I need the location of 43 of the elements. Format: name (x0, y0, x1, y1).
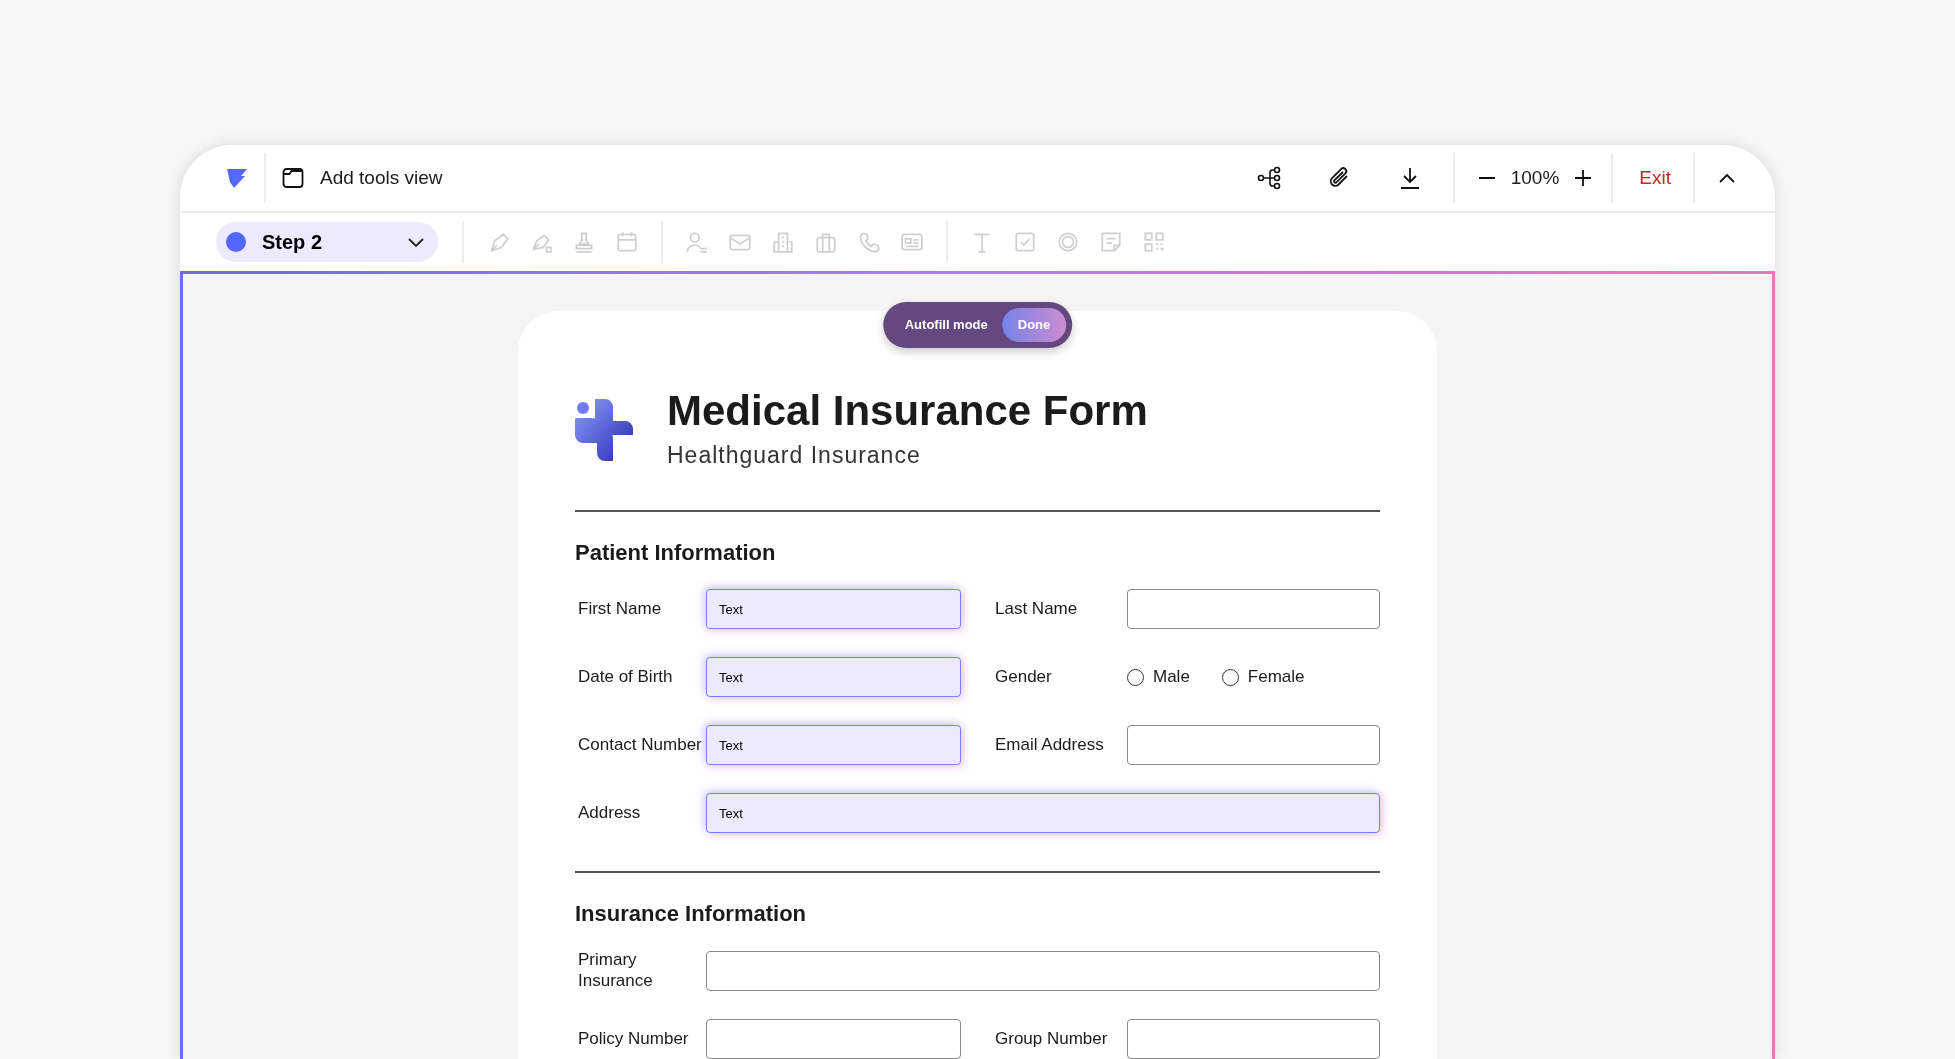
section-heading: Patient Information (575, 539, 777, 568)
input-field[interactable] (706, 950, 1380, 991)
calendar-icon[interactable] (615, 229, 639, 254)
input-field[interactable]: Text (706, 793, 1380, 834)
input-field[interactable] (706, 1019, 961, 1059)
radio-label[interactable]: Female (1247, 664, 1305, 690)
radio-label[interactable]: Male (1153, 664, 1190, 690)
input-field[interactable] (1127, 589, 1380, 630)
field-label: Email Address (995, 735, 1105, 756)
input-field[interactable]: Text (706, 725, 961, 766)
qr-code-icon[interactable] (1142, 229, 1166, 254)
window-icon (282, 166, 304, 189)
input-field[interactable]: Text (706, 657, 961, 698)
person-icon[interactable] (685, 229, 709, 254)
step-dot (226, 231, 246, 252)
logo-icon (575, 398, 633, 461)
zoom-level: 100% (1510, 165, 1560, 190)
input-field[interactable] (1127, 725, 1380, 766)
field-label: Contact Number (577, 735, 703, 756)
phone-icon[interactable] (857, 229, 881, 254)
input-field[interactable] (1127, 1019, 1380, 1059)
section-heading: Insurance Information (575, 900, 808, 929)
field-label: Last Name (995, 599, 1079, 620)
field-label: Address (577, 803, 642, 824)
field-label: First Name (577, 599, 663, 620)
stamp-icon[interactable] (572, 229, 596, 254)
logo-icon[interactable] (226, 166, 248, 189)
building-icon[interactable] (771, 229, 795, 254)
note-icon[interactable] (1099, 229, 1123, 254)
field-label: Primary Insurance (577, 950, 654, 991)
form-title: Medical Insurance Form (667, 387, 1148, 434)
autofill-label: Autofill mode (904, 315, 988, 334)
field-label: Group Number (995, 1028, 1109, 1050)
field-label: Date of Birth (577, 667, 674, 688)
checkbox-icon[interactable] (1013, 229, 1037, 254)
field-label: Policy Number (577, 1028, 690, 1050)
exit-button[interactable]: Exit (1621, 163, 1689, 193)
form-subtitle: Healthguard Insurance (667, 440, 922, 470)
view-title: Add tools view (320, 165, 443, 190)
radio-icon[interactable] (1056, 229, 1080, 254)
input-field[interactable]: Text (706, 589, 961, 630)
step-dropdown[interactable]: Step 2 (216, 221, 438, 262)
field-label: Gender (995, 667, 1053, 688)
